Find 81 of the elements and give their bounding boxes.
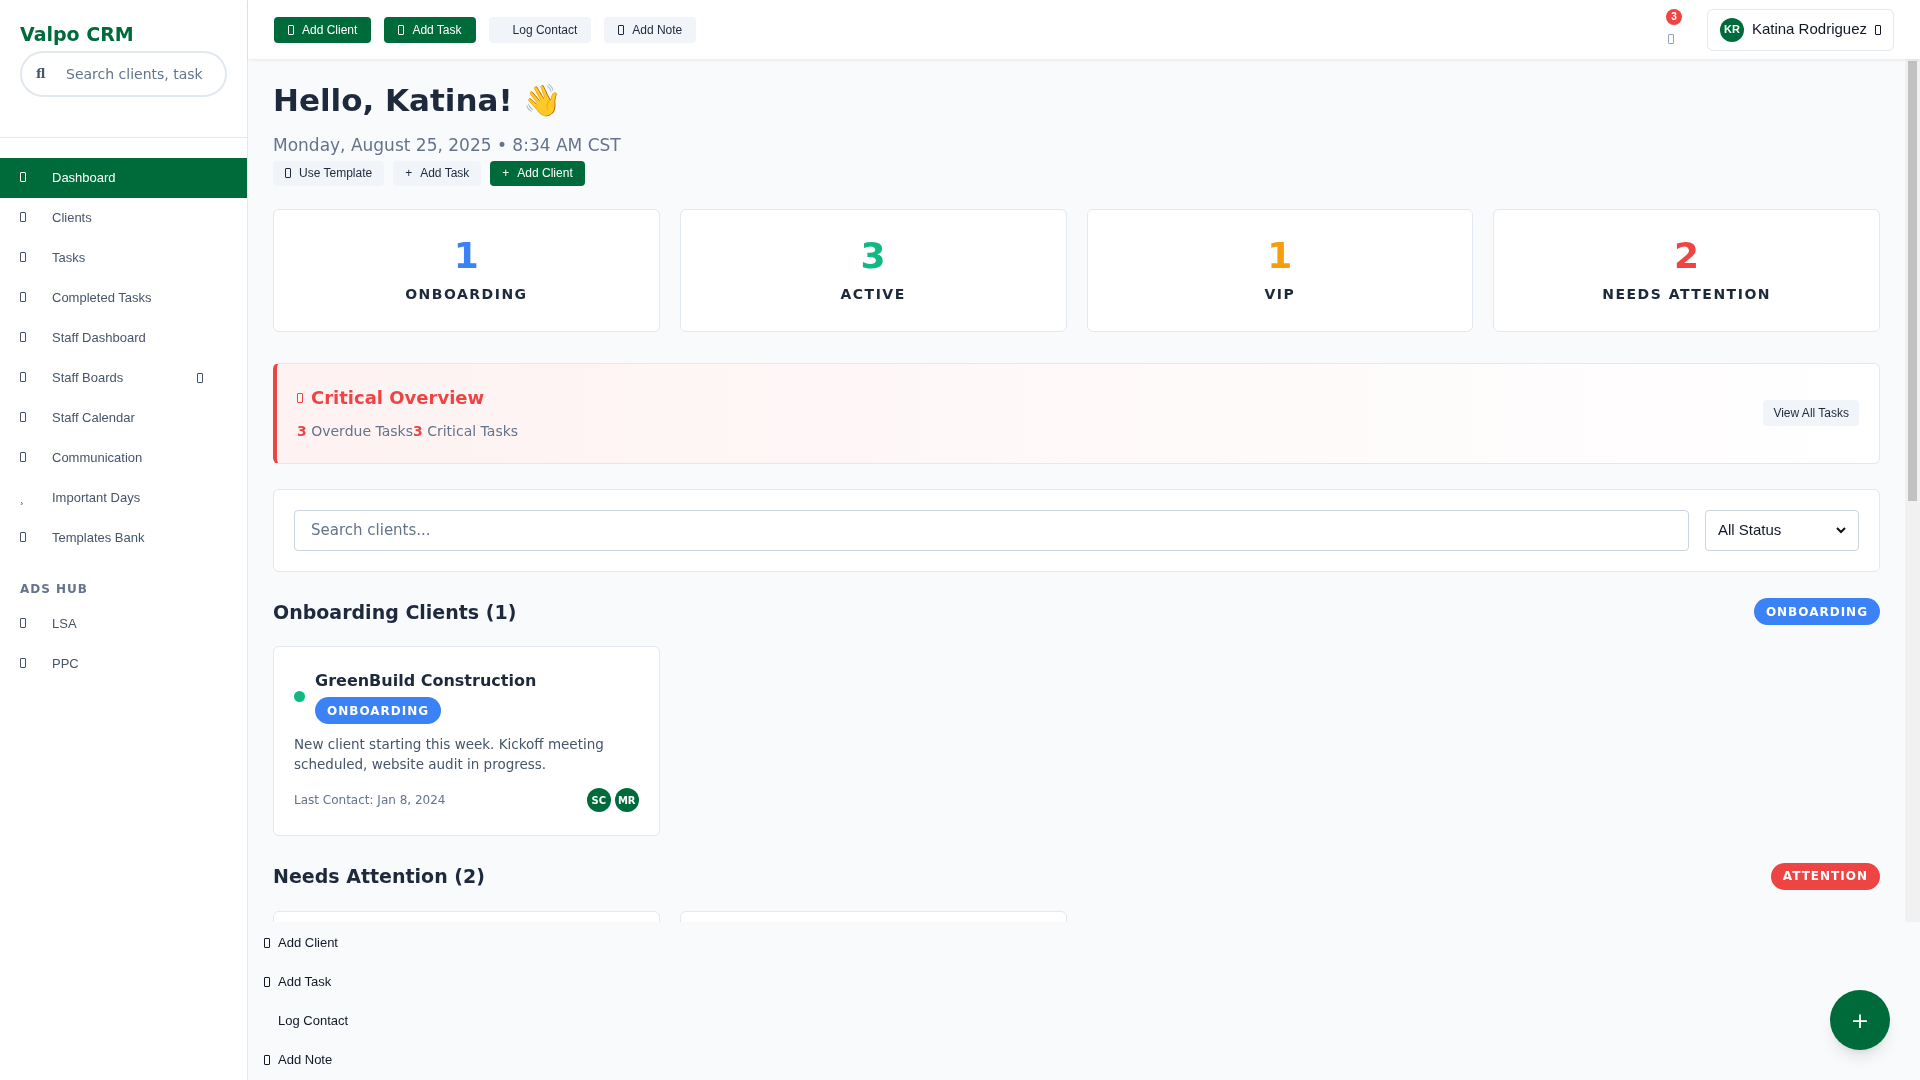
- glyph-icon: [20, 372, 26, 383]
- action-button[interactable]: Use Template: [273, 160, 385, 186]
- staff-avatar: MR: [614, 788, 639, 812]
- glyph-icon: [288, 24, 294, 35]
- section-title: Onboarding Clients (1): [273, 599, 517, 625]
- glyph-icon: [618, 24, 625, 35]
- alert-icon: [297, 392, 303, 403]
- sidebar-item[interactable]: ¸ Important Days: [0, 478, 247, 518]
- sidebar-item[interactable]: Staff Boards: [0, 358, 247, 398]
- critical-title: Critical Overview: [311, 386, 485, 410]
- sidebar-item[interactable]: Templates Bank: [0, 518, 247, 558]
- critical-count: 3 Critical Tasks: [412, 422, 519, 441]
- glyph-icon: [20, 412, 26, 423]
- action-button[interactable]: + Add Task: [393, 160, 482, 186]
- glyph-icon: [20, 212, 26, 223]
- section-heading: ADS HUB: [19, 581, 89, 598]
- critical-count: 3 Overdue Tasks: [297, 422, 413, 441]
- stat-value: 1: [453, 235, 479, 276]
- sidebar-item[interactable]: Staff Calendar: [0, 398, 247, 438]
- toolbar-button[interactable]: Log Contact: [488, 16, 592, 43]
- glyph-icon: [20, 252, 26, 263]
- glyph-icon: [20, 452, 26, 463]
- glyph-icon: [285, 168, 291, 178]
- glyph-icon: [20, 332, 26, 343]
- sidebar-item[interactable]: Tasks: [0, 238, 247, 278]
- toolbar-button[interactable]: Add Task: [384, 16, 476, 43]
- stat-label: ACTIVE: [840, 284, 906, 304]
- stat-label: NEEDS ATTENTION: [1602, 284, 1771, 304]
- glyph-icon: [20, 618, 26, 629]
- search-icon: fl: [36, 64, 46, 84]
- glyph-icon: [20, 172, 26, 183]
- quick-action-item[interactable]: Add Task: [264, 972, 332, 991]
- plus-icon: +: [502, 164, 510, 182]
- glyph-icon: [398, 24, 405, 35]
- quick-action-item[interactable]: Log Contact: [264, 1011, 349, 1030]
- stat-label: VIP: [1264, 284, 1296, 304]
- stat-label: ONBOARDING: [405, 284, 528, 304]
- sidebar-item[interactable]: LSA: [0, 604, 247, 644]
- quick-action-item[interactable]: Add Note: [264, 1050, 333, 1069]
- glyph-icon: [264, 937, 270, 948]
- sidebar-item[interactable]: Dashboard: [0, 158, 247, 198]
- sidebar-item[interactable]: Completed Tasks: [0, 278, 247, 318]
- section-badge: ONBOARDING: [1753, 598, 1880, 626]
- date-text: Monday, August 25, 2025 • 8:34 AM CST: [273, 134, 622, 157]
- status-select[interactable]: All Status: [1705, 509, 1859, 551]
- notification-badge: 3: [1665, 8, 1682, 25]
- staff-avatar: SC: [586, 788, 611, 812]
- glyph-icon: ¸: [20, 489, 52, 507]
- user-menu[interactable]: KR Katina Rodriguez: [1706, 8, 1894, 51]
- client-search-field[interactable]: Search clients...: [294, 509, 1689, 551]
- chevron-icon: [1836, 526, 1846, 534]
- sidebar-item[interactable]: Staff Dashboard: [0, 318, 247, 358]
- section-title: Needs Attention (2): [273, 864, 485, 889]
- sidebar-item[interactable]: PPC: [0, 644, 247, 684]
- stat-value: 3: [860, 235, 886, 276]
- quick-action-item[interactable]: Add Client: [264, 933, 338, 952]
- glyph-icon: [264, 976, 270, 987]
- brand-title: Valpo CRM: [20, 22, 135, 46]
- glyph-icon: [20, 532, 26, 543]
- sidebar-item[interactable]: Communication: [0, 438, 247, 478]
- last-contact: Last Contact: Jan 8, 2024: [294, 792, 446, 809]
- view-all-button[interactable]: View All Tasks: [1763, 400, 1859, 426]
- client-card[interactable]: GreenBuild Construction ONBOARDING New client starting this week. Kickoff meeting scheduled, website audit in progress. Last Contact: Jan 8, 2024 SC MR: [273, 646, 660, 836]
- caret-icon: [1875, 24, 1881, 35]
- bell-icon: [1667, 33, 1674, 44]
- sidebar-item[interactable]: Clients: [0, 198, 247, 238]
- client-name: GreenBuild Construction: [315, 670, 537, 692]
- client-note: New client starting this week. Kickoff meeting scheduled, website audit in progress.: [294, 735, 605, 774]
- glyph-icon: [264, 1054, 270, 1065]
- stat-value: 1: [1267, 235, 1293, 276]
- toolbar-button[interactable]: Add Note: [604, 16, 697, 43]
- toolbar-button[interactable]: Add Client: [274, 16, 372, 43]
- status-badge: ONBOARDING: [315, 697, 442, 724]
- plus-icon: +: [405, 164, 413, 182]
- glyph-icon: [20, 658, 26, 669]
- section-badge: ATTENTION: [1770, 862, 1880, 890]
- user-avatar: KR: [1719, 17, 1744, 42]
- stat-value: 2: [1674, 235, 1700, 276]
- action-button[interactable]: + Add Client: [490, 160, 585, 186]
- glyph-icon: [20, 292, 26, 303]
- greeting-title: Hello, Katina! 👋: [273, 81, 564, 119]
